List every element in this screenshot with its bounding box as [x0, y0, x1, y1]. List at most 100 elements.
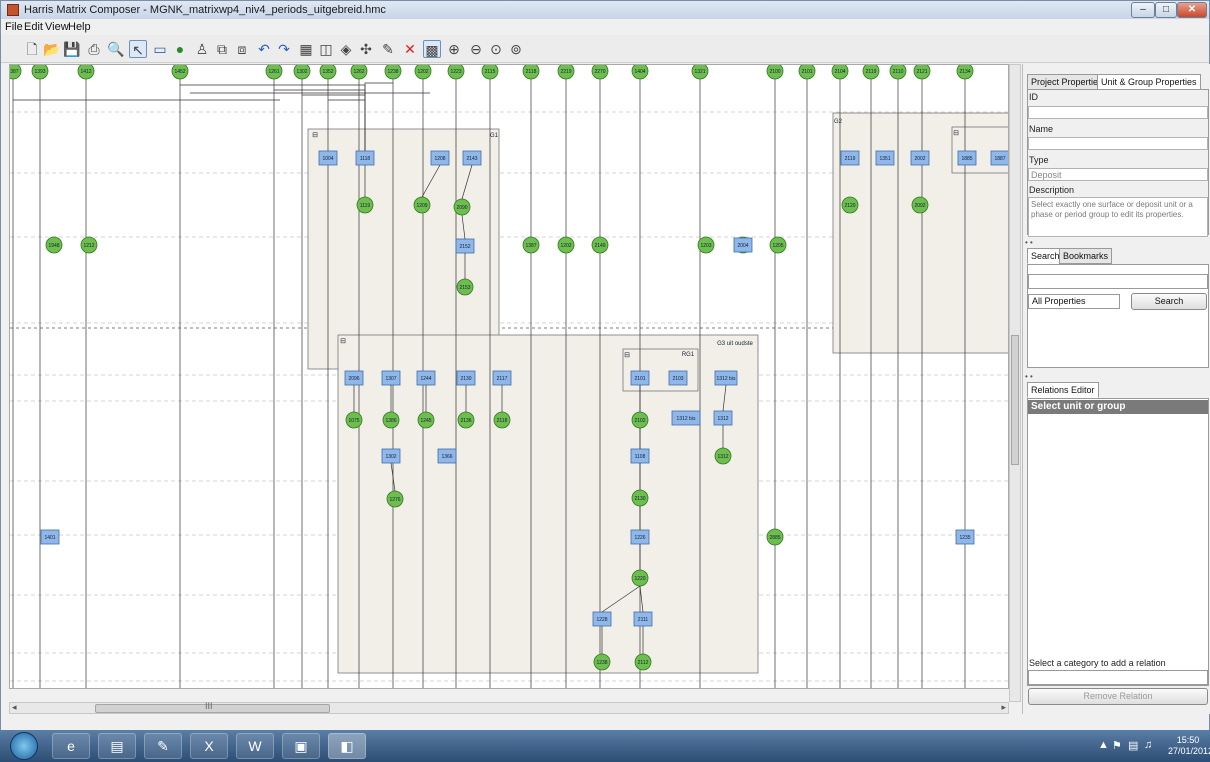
clock[interactable]: 15:50 27/01/2012	[1168, 735, 1210, 757]
node-label: 2112	[638, 660, 649, 666]
volume-icon[interactable]: ♫	[1144, 739, 1152, 751]
layers-icon[interactable]: ◈	[337, 40, 355, 58]
node-label: 1244	[420, 376, 431, 382]
explorer-icon[interactable]: ▤	[98, 733, 136, 759]
select-arrow-icon[interactable]: ↖	[129, 40, 147, 58]
node-label: 2117	[497, 376, 508, 382]
harris-matrix-graph[interactable]: ⊟ G1 G2 ⊟ ⊟ G3 uit oudste ⊟ RG1 1387 1393 1412 1452…	[10, 65, 1009, 689]
relation-below-icon[interactable]: ↷	[275, 40, 293, 58]
tab-project-properties[interactable]: Project Properties	[1027, 74, 1107, 90]
node-label: 1202	[417, 69, 428, 75]
node-label: 1401	[44, 535, 55, 541]
vertical-scroll-thumb[interactable]	[1011, 335, 1019, 465]
circle-unit-icon[interactable]: ●	[171, 40, 189, 58]
tab-unit-group-properties[interactable]: Unit & Group Properties	[1097, 74, 1201, 90]
category-label: Select a category to add a relation	[1029, 658, 1166, 668]
grid-icon[interactable]: ▩	[423, 40, 441, 58]
print-preview-icon[interactable]: 🔍	[107, 40, 125, 58]
search-button[interactable]: Search	[1131, 293, 1207, 310]
menu-file[interactable]: File	[5, 21, 23, 33]
tab-bookmarks[interactable]: Bookmarks	[1059, 248, 1113, 264]
type-select[interactable]: Deposit	[1028, 168, 1208, 181]
print-icon[interactable]: ⎙	[85, 40, 103, 58]
relations-header: Select unit or group	[1028, 400, 1208, 414]
up-arrow-icon[interactable]: ▲	[1098, 739, 1109, 751]
node-label: 2130	[460, 376, 471, 382]
group-icon[interactable]: ⧉	[213, 40, 231, 58]
plugin-icon[interactable]: ✣	[357, 40, 375, 58]
search-input[interactable]	[1028, 274, 1208, 289]
relation-above-icon[interactable]: ↶	[255, 40, 273, 58]
node-label: 1276	[389, 497, 400, 503]
zoom-fit-icon[interactable]: ⊙	[487, 40, 505, 58]
close-button[interactable]: ✕	[1177, 2, 1207, 18]
person-icon[interactable]: ♙	[193, 40, 211, 58]
node-label: 2149	[594, 243, 605, 249]
node-label: G3 uit oudste	[717, 341, 753, 347]
maximize-button[interactable]: □	[1155, 2, 1177, 18]
node-label: 1312 bis	[717, 376, 736, 382]
network-icon[interactable]: ▤	[1128, 739, 1138, 752]
id-field[interactable]	[1028, 106, 1208, 119]
group-box-sub[interactable]	[951, 126, 1009, 174]
vertical-scrollbar[interactable]	[1009, 64, 1021, 702]
panel-splitter-2[interactable]: • •	[1025, 372, 1033, 381]
delete-icon[interactable]: ✕	[401, 40, 419, 58]
node-label: 1386	[385, 418, 396, 424]
start-button[interactable]	[10, 732, 38, 760]
save-icon[interactable]: 💾	[63, 40, 81, 58]
node-label: 1208	[434, 156, 445, 162]
node-label: ⊟	[953, 130, 959, 137]
open-folder-icon[interactable]: 📂	[43, 40, 61, 58]
menu-help[interactable]: Help	[68, 21, 91, 33]
property-filter-select[interactable]: All Properties	[1028, 294, 1120, 309]
new-file-icon[interactable]: 🗋	[23, 40, 41, 58]
clock-time: 15:50	[1176, 735, 1200, 745]
period-group-icon[interactable]: ⧈	[233, 40, 251, 58]
scroll-right-icon[interactable]: ▸	[1001, 702, 1006, 713]
zoom-in-icon[interactable]: ⊕	[445, 40, 463, 58]
rectangle-unit-icon[interactable]: ▭	[151, 40, 169, 58]
ie-icon[interactable]: e	[52, 733, 90, 759]
title-bar: Harris Matrix Composer - MGNK_matrixwp4_…	[1, 1, 1209, 19]
matrix-canvas[interactable]: ⊟ G1 G2 ⊟ ⊟ G3 uit oudste ⊟ RG1 1387 1393 1412 1452…	[9, 64, 1009, 689]
menu-view[interactable]: View	[45, 21, 69, 33]
node-label: 1412	[80, 69, 91, 75]
node-label: 1209	[416, 203, 427, 209]
node-label: 2118	[497, 418, 508, 424]
description-field[interactable]: Select exactly one surface or deposit un…	[1028, 197, 1208, 237]
node-label: 2110	[893, 69, 904, 75]
node-label: 1312	[717, 454, 728, 460]
excel-icon[interactable]: X	[190, 733, 228, 759]
node-label: 2092	[914, 203, 925, 209]
node-label: 1387	[10, 69, 19, 75]
node-label: RG1	[682, 352, 695, 358]
description-label: Description	[1029, 185, 1075, 195]
node-label: 2136	[460, 418, 471, 424]
node-label: 2270	[594, 69, 605, 75]
properties-icon[interactable]: ✎	[379, 40, 397, 58]
folder-icon[interactable]: ▣	[282, 733, 320, 759]
zoom-out-icon[interactable]: ⊖	[467, 40, 485, 58]
flag-icon[interactable]: ⚑	[1112, 739, 1122, 752]
node-label: 2130	[634, 496, 645, 502]
horizontal-scrollbar[interactable]: ◂ III ▸	[9, 701, 1009, 714]
panel-splitter[interactable]: • •	[1025, 238, 1033, 247]
node-label: 2885	[769, 535, 780, 541]
harris-app-icon[interactable]: ◧	[328, 733, 366, 759]
zoom-reset-icon[interactable]: ⊚	[507, 40, 525, 58]
word-icon[interactable]: W	[236, 733, 274, 759]
node-label: 2111	[638, 617, 649, 623]
remove-relation-button[interactable]: Remove Relation	[1028, 688, 1208, 705]
category-select[interactable]	[1028, 670, 1208, 685]
tab-relations-editor[interactable]: Relations Editor	[1027, 382, 1099, 398]
paint-icon[interactable]: ✎	[144, 733, 182, 759]
node-label: 1312	[717, 416, 728, 422]
node-label: 2101	[634, 376, 645, 382]
chart-icon[interactable]: ◫	[317, 40, 335, 58]
name-field[interactable]	[1028, 137, 1208, 150]
table-icon[interactable]: ▦	[297, 40, 315, 58]
minimize-button[interactable]: –	[1131, 2, 1155, 18]
menu-edit[interactable]: Edit	[24, 21, 43, 33]
scroll-left-icon[interactable]: ◂	[12, 702, 17, 713]
